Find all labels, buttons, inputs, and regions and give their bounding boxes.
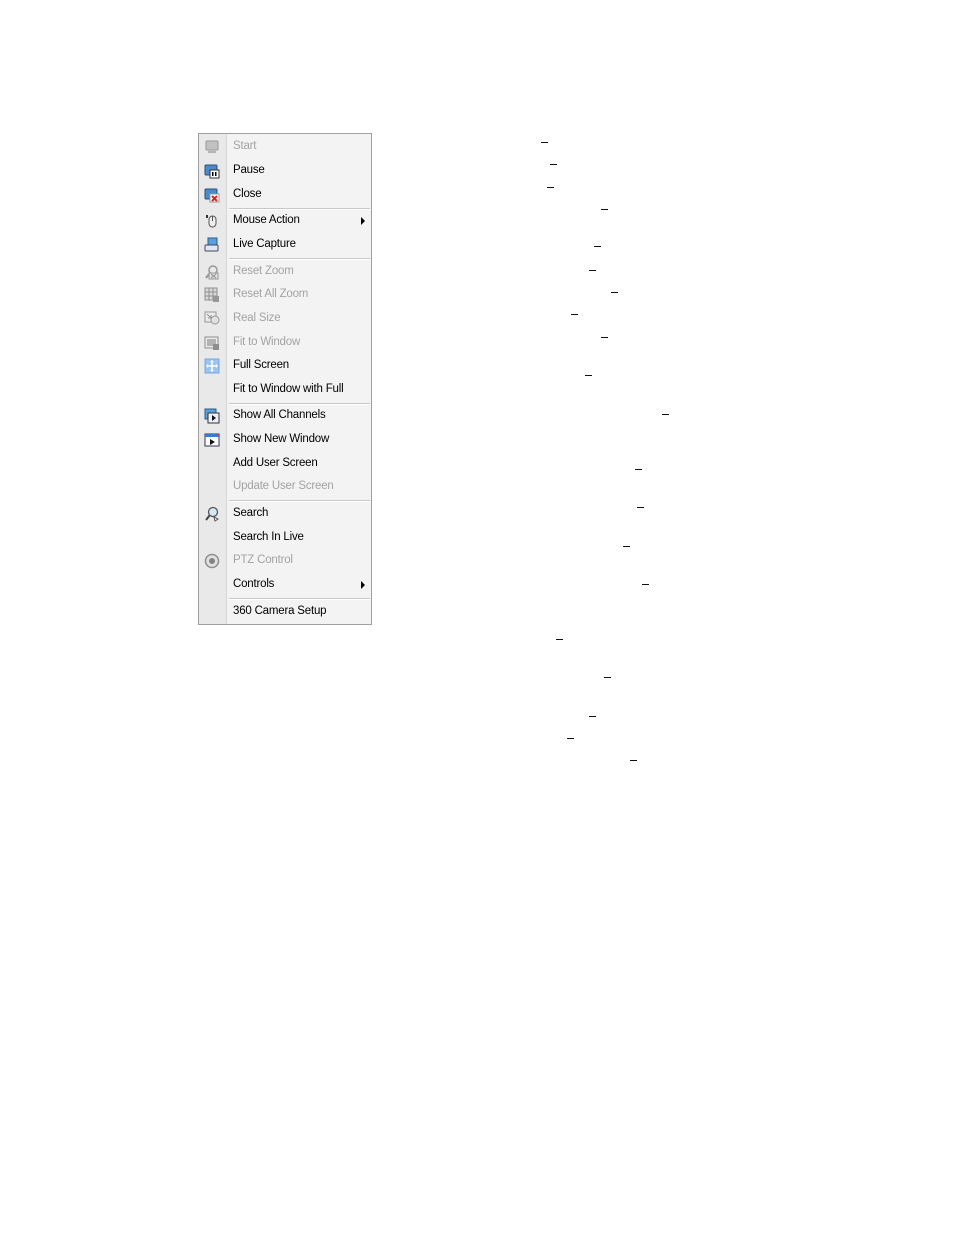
ptz-icon: [204, 553, 220, 569]
fit-window-icon: [204, 336, 219, 350]
dash-mark: [594, 246, 601, 247]
menu-item-full-screen[interactable]: Full Screen: [199, 355, 371, 377]
menu-item-live-capture[interactable]: Live Capture: [199, 234, 371, 256]
menu-item-label: 360 Camera Setup: [233, 605, 327, 617]
menu-item-label: Close: [233, 188, 262, 200]
dash-mark: [662, 414, 669, 415]
pause-monitor-icon: [204, 164, 220, 179]
dash-mark: [571, 314, 578, 315]
menu-item-add-user-screen[interactable]: Add User Screen: [199, 453, 371, 475]
menu-item-label: Full Screen: [233, 359, 289, 371]
menu-item-start[interactable]: Start: [199, 136, 371, 158]
dash-mark: [547, 187, 554, 188]
dash-mark: [550, 164, 557, 165]
dash-mark: [604, 677, 611, 678]
menu-item-mouse-action[interactable]: Mouse Action: [199, 210, 371, 232]
separator: [229, 598, 370, 600]
menu-item-show-all-channels[interactable]: Show All Channels: [199, 405, 371, 427]
menu-item-label: Controls: [233, 578, 275, 590]
dash-mark: [541, 142, 548, 143]
menu-item-label: Search In Live: [233, 531, 304, 543]
menu-item-close[interactable]: Close: [199, 184, 371, 206]
menu-item-ptz-control[interactable]: PTZ Control: [199, 550, 371, 572]
menu-item-fit-to-window[interactable]: Fit to Window: [199, 332, 371, 354]
menu-item-label: Add User Screen: [233, 457, 318, 469]
capture-icon: [204, 237, 219, 252]
dash-mark: [585, 375, 592, 376]
dash-mark: [623, 546, 630, 547]
menu-item-label: Live Capture: [233, 238, 296, 250]
new-window-icon: [204, 433, 220, 447]
menu-item-label: PTZ Control: [233, 554, 293, 566]
menu-item-reset-zoom[interactable]: Reset Zoom: [199, 261, 371, 283]
show-channels-icon: [204, 408, 220, 424]
dash-mark: [601, 209, 608, 210]
separator: [229, 258, 370, 260]
separator: [229, 500, 370, 502]
close-monitor-icon: [204, 188, 220, 203]
menu-item-label: Update User Screen: [233, 480, 334, 492]
context-menu: Start Pause Close Mouse Action Live Capt…: [198, 133, 372, 625]
dash-mark: [642, 584, 649, 585]
menu-item-label: Pause: [233, 164, 265, 176]
menu-item-label: Fit to Window with Full: [233, 383, 344, 395]
search-icon: [205, 506, 219, 522]
menu-item-label: Search: [233, 507, 269, 519]
menu-item-reset-all-zoom[interactable]: Reset All Zoom: [199, 284, 371, 306]
menu-item-label: Mouse Action: [233, 214, 300, 226]
full-screen-icon: [204, 358, 220, 374]
reset-all-zoom-icon: [204, 287, 219, 302]
menu-item-search-in-live[interactable]: Search In Live: [199, 527, 371, 549]
dash-mark: [589, 716, 596, 717]
menu-item-label: Fit to Window: [233, 336, 301, 348]
menu-item-label: Real Size: [233, 312, 281, 324]
menu-item-label: Show New Window: [233, 433, 330, 445]
menu-item-fit-to-window-with-full[interactable]: Fit to Window with Full: [199, 379, 371, 401]
dash-mark: [635, 469, 642, 470]
dash-mark: [567, 738, 574, 739]
mouse-icon: [206, 215, 217, 228]
menu-item-label: Reset All Zoom: [233, 288, 309, 300]
menu-item-update-user-screen[interactable]: Update User Screen: [199, 476, 371, 498]
menu-item-show-new-window[interactable]: Show New Window: [199, 429, 371, 451]
menu-item-search[interactable]: Search: [199, 503, 371, 525]
dash-mark: [637, 507, 644, 508]
menu-item-controls[interactable]: Controls: [199, 574, 371, 596]
dash-mark: [611, 292, 618, 293]
submenu-arrow-icon: [361, 581, 365, 589]
monitor-icon: [205, 140, 219, 153]
reset-zoom-icon: [205, 265, 219, 280]
menu-item-pause[interactable]: Pause: [199, 160, 371, 182]
menu-item-label: Start: [233, 140, 257, 152]
dash-mark: [556, 639, 563, 640]
dash-mark: [589, 270, 596, 271]
menu-item-real-size[interactable]: Real Size: [199, 308, 371, 330]
menu-item-360-camera-setup[interactable]: 360 Camera Setup: [199, 601, 371, 623]
dash-mark: [630, 760, 637, 761]
menu-item-label: Reset Zoom: [233, 265, 294, 277]
dash-mark: [601, 337, 608, 338]
submenu-arrow-icon: [361, 217, 365, 225]
menu-item-label: Show All Channels: [233, 409, 326, 421]
real-size-icon: [204, 311, 220, 325]
